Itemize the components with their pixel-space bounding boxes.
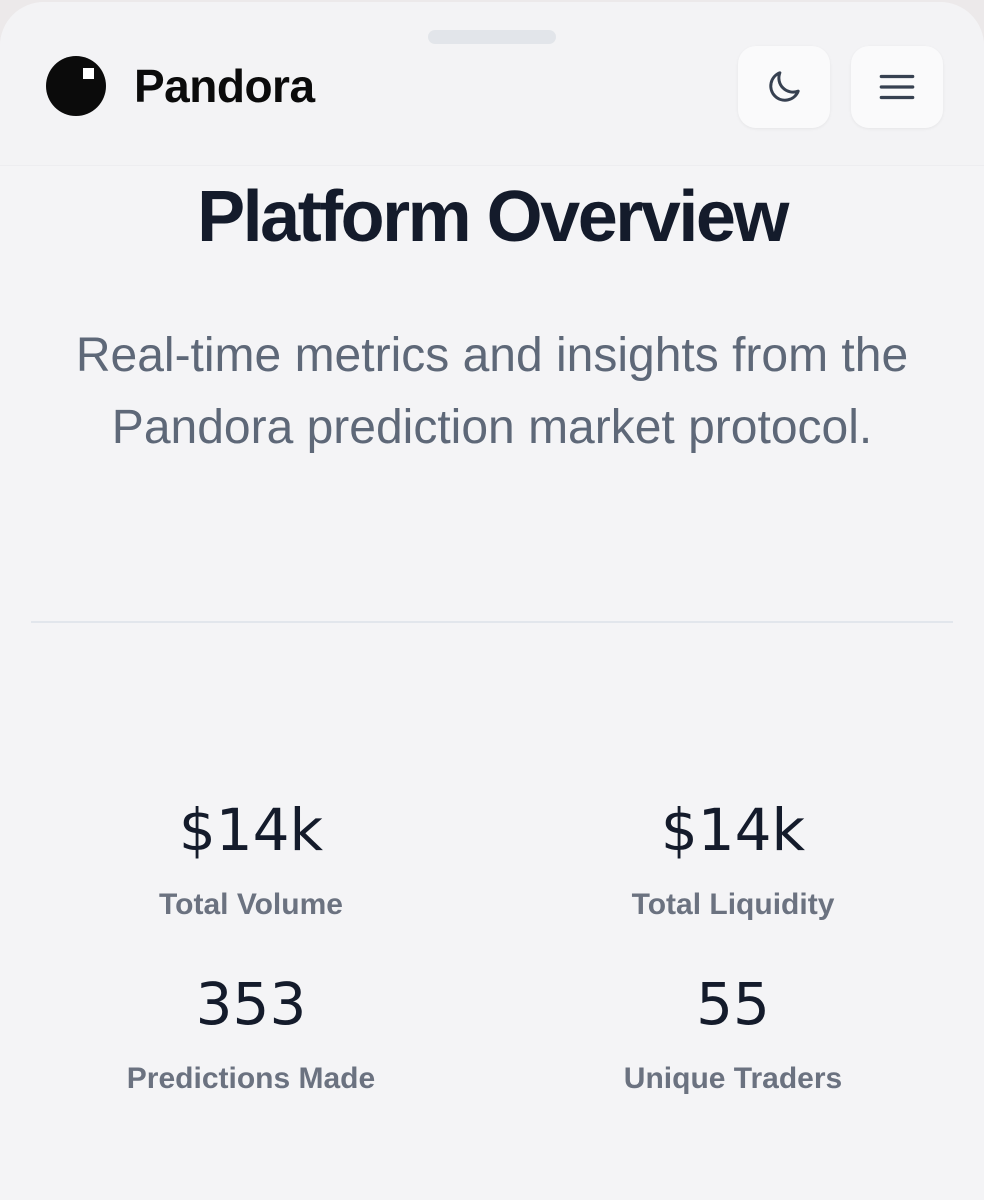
theme-toggle-button[interactable] [738,46,830,128]
pandora-logo-icon[interactable] [46,56,106,116]
stat-total-liquidity: $14k Total Liquidity [533,795,933,923]
stat-value: $14k [178,796,324,864]
stat-value: $14k [660,796,806,864]
stat-label: Predictions Made [126,1062,376,1095]
hamburger-menu-icon [879,74,915,100]
section-divider [31,621,953,623]
stat-label: Unique Traders [623,1062,843,1095]
moon-icon [769,71,800,102]
menu-button[interactable] [851,46,943,128]
page-title: Platform Overview [197,177,789,257]
sheet-grabber-handle[interactable] [428,30,556,44]
stat-value: 55 [696,970,770,1038]
page-subtitle: Real-time metrics and insights from the … [75,329,909,454]
stat-label: Total Volume [159,888,343,921]
stat-value: 353 [195,970,307,1038]
stat-total-volume: $14k Total Volume [51,795,451,923]
stat-unique-traders: 55 Unique Traders [533,969,933,1097]
top-navbar: Pandora [0,2,984,166]
stat-predictions-made: 353 Predictions Made [51,969,451,1097]
brand-name[interactable]: Pandora [134,58,315,114]
bottom-sheet: Pandora Platform Overview Real-time metr… [0,2,984,1200]
stat-label: Total Liquidity [631,888,835,921]
